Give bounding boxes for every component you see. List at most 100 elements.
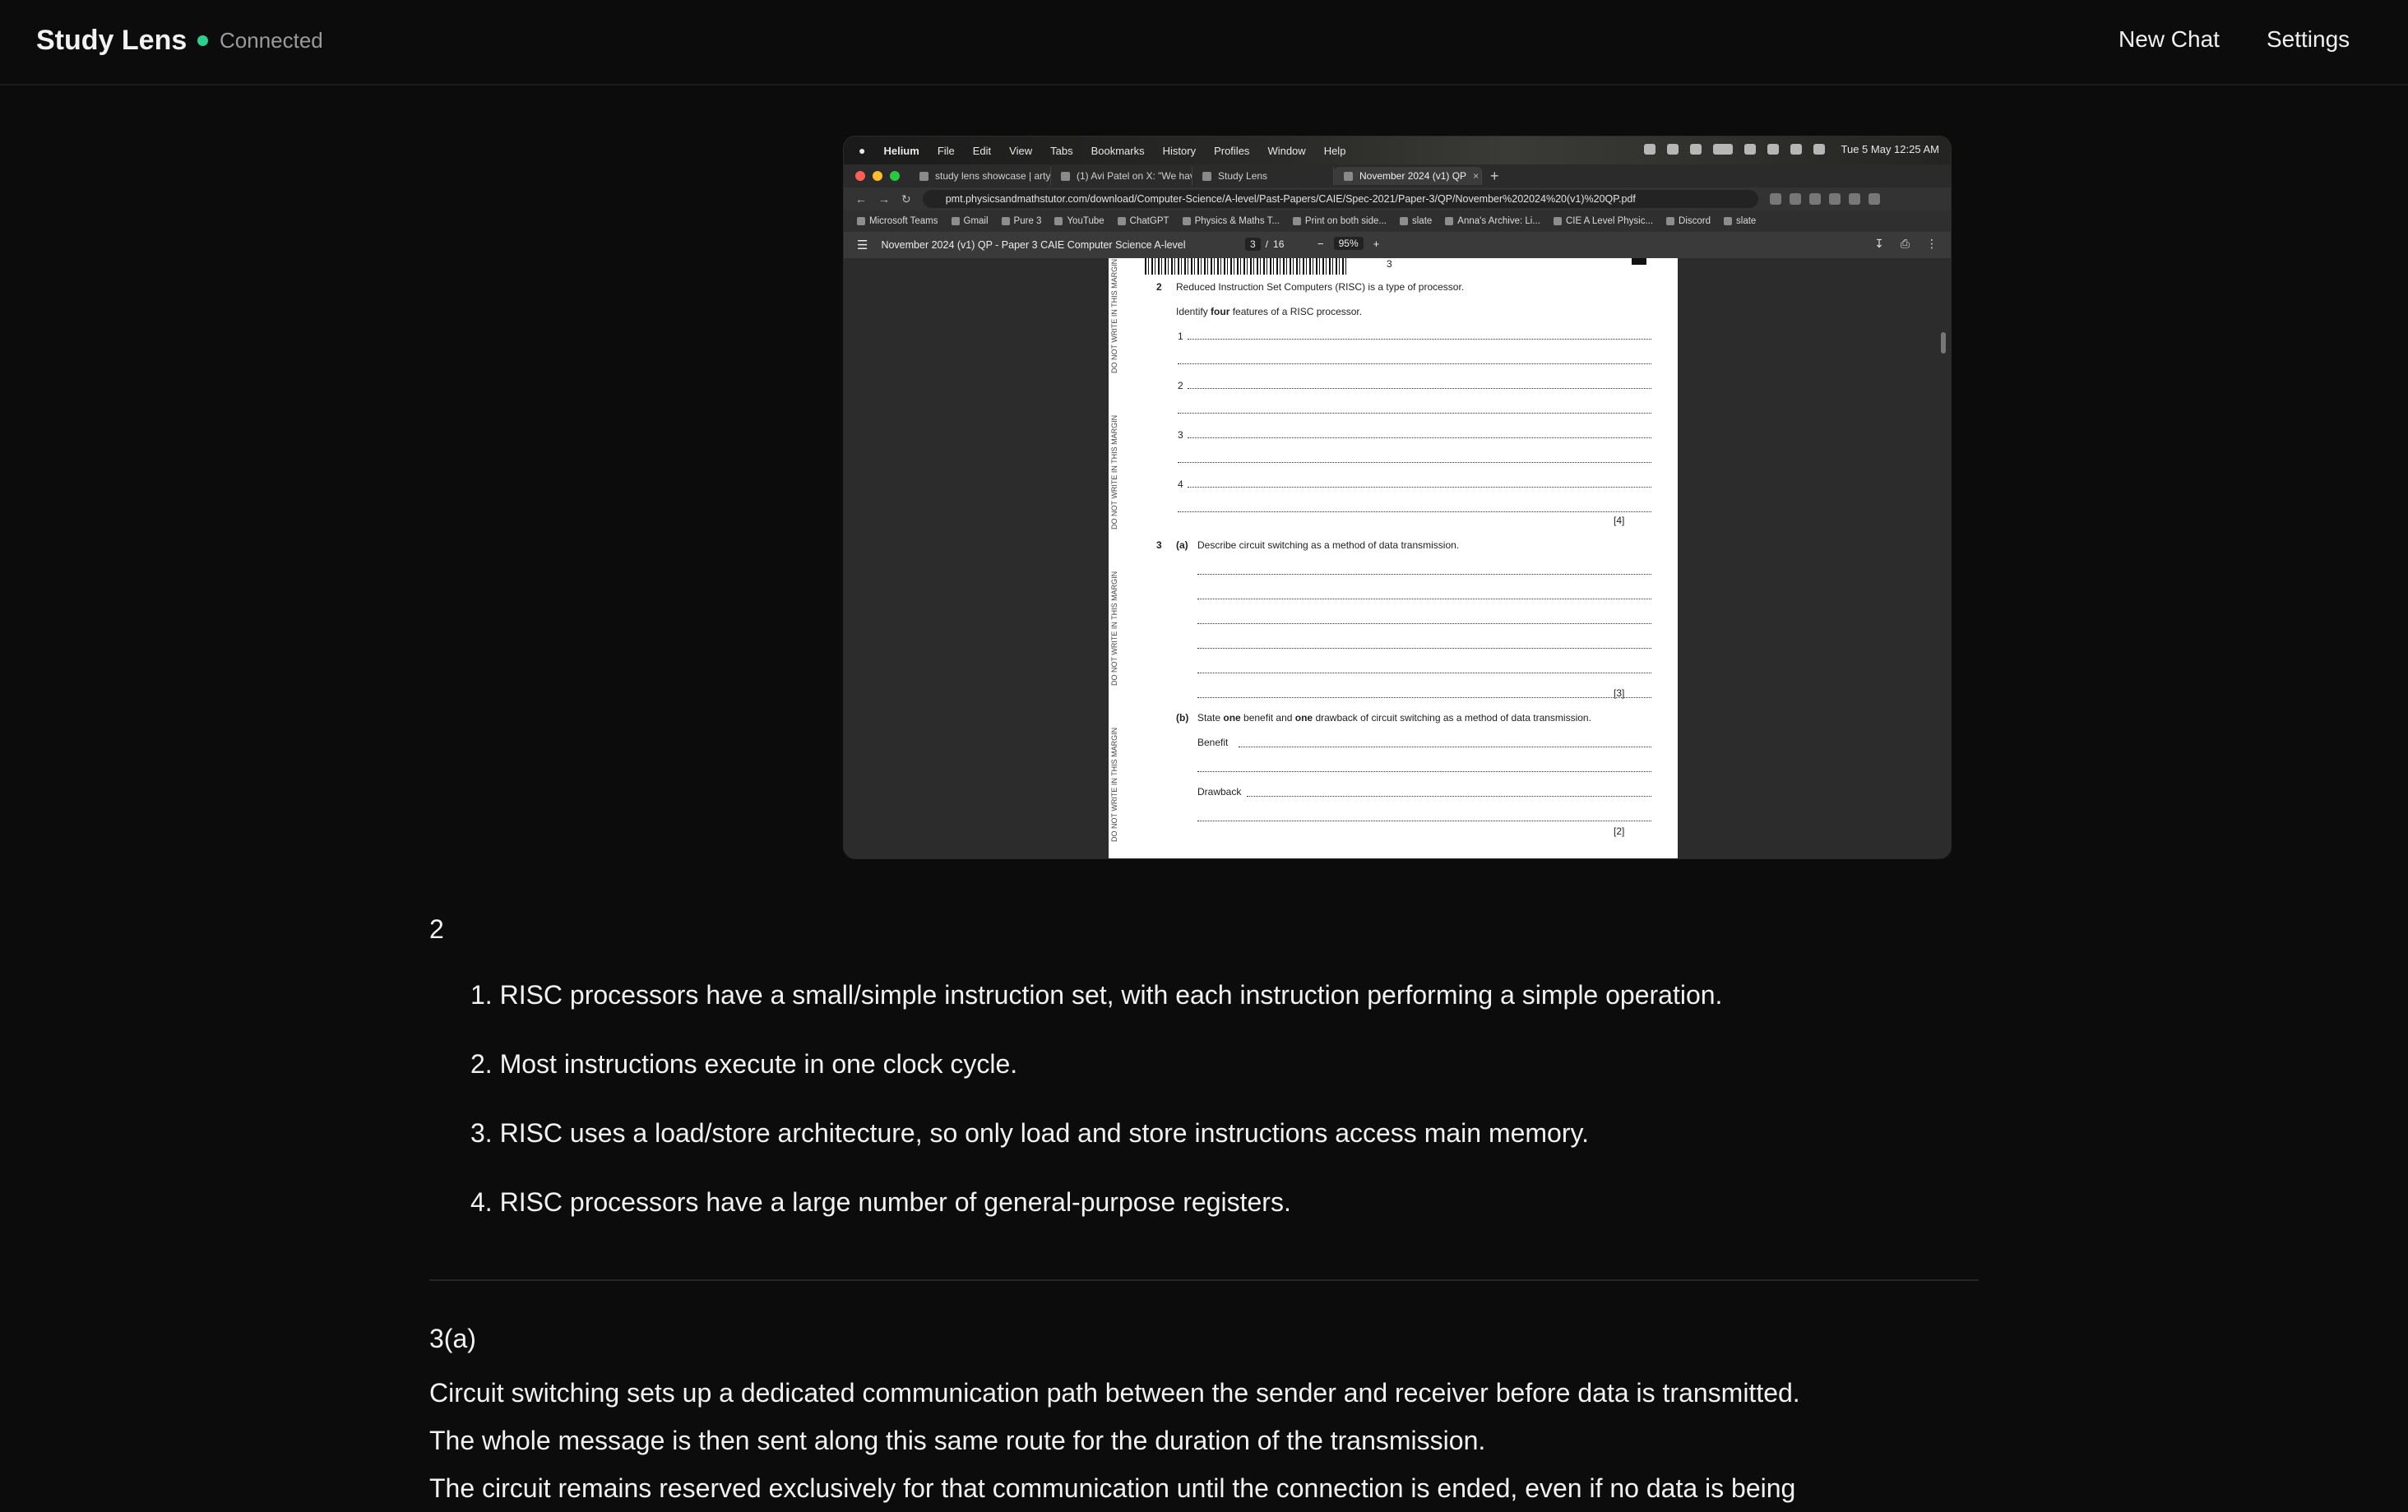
extension-icon [1789,193,1801,205]
menu-profiles: Profiles [1214,144,1250,157]
menu-window: Window [1267,144,1306,157]
answer-line [1178,511,1651,512]
menu-history: History [1162,144,1197,157]
tray-icon [1666,144,1679,155]
reload-icon: ↻ [901,192,911,206]
tray-icon [1767,144,1779,155]
pdf-page-current: 3 [1245,238,1261,251]
list-item: 1. RISC processors have a small/simple i… [470,980,1723,1010]
answer-line [1178,413,1651,414]
drawback-label: Drawback [1197,786,1242,798]
bookmark-icon [857,217,865,225]
answer-line [1197,574,1651,575]
question-number: 3 [1156,539,1162,551]
status-dot-icon [197,35,208,46]
more-icon: ⋮ [1926,237,1938,250]
pdf-actions: ↧ ⎙ ⋮ [1874,237,1938,251]
answer-line [1178,363,1651,364]
download-icon [1848,193,1860,205]
forward-icon: → [878,192,890,206]
menu-bookmarks: Bookmarks [1091,144,1145,157]
list-item: 4. RISC processors have a large number o… [470,1187,1291,1217]
answer-paragraph: Circuit switching sets up a dedicated co… [429,1369,1800,1512]
answer-line [1188,487,1651,488]
bookmark-icon [951,217,960,225]
margin-warning: DO NOT WRITE IN THIS MARGIN [1110,571,1118,686]
browser-tab-bar: study lens showcase | artyo (1) Avi Pate… [844,164,1951,187]
download-icon: ↧ [1874,237,1884,250]
answer-heading-q2: 2 [429,914,444,944]
bookmark-icon [1666,217,1675,225]
q-text: State [1197,712,1224,724]
answer-line [1197,623,1651,624]
margin-warning: DO NOT WRITE IN THIS MARGIN [1110,727,1118,842]
q-bold: one [1223,712,1241,724]
mark-allocation: [2] [1614,825,1625,837]
pdf-zoom-controls: − 95% + [1317,237,1379,250]
back-icon: ← [855,192,867,206]
menu-tabs: Tabs [1050,144,1073,157]
pdf-title: November 2024 (v1) QP - Paper 3 CAIE Com… [881,239,1186,251]
question-part: (b) [1176,712,1189,724]
favicon-icon [1202,171,1211,181]
q-bold: one [1294,712,1313,724]
bookmark-icon [1117,217,1126,225]
close-tab-icon: × [1473,170,1480,182]
bookmark-icon [1182,217,1191,225]
answer-line [1188,437,1651,438]
url-field: pmt.physicsandmathstutor.com/download/Co… [922,190,1758,208]
mark-allocation: [3] [1614,687,1625,699]
q-text: benefit and [1240,712,1295,724]
app-brand: Study Lens [36,25,188,56]
control-center-icon [1813,144,1825,155]
answer-line [1197,648,1651,649]
answer-line [1188,388,1651,389]
bookmark: Physics & Maths T... [1182,216,1280,226]
tray-icon [1643,144,1656,155]
bookmark-label: slate [1412,216,1433,226]
browser-tab: Study Lens [1192,167,1334,185]
minimize-window-icon [873,171,882,181]
extension-icons [1769,193,1880,205]
bookmark-label: Gmail [963,216,989,226]
tab-label: study lens showcase | artyo [935,170,1051,182]
tab-label: November 2024 (v1) QP [1359,170,1467,182]
menu-clock: Tue 5 May 12:25 AM [1841,143,1939,155]
mark-allocation: [4] [1614,515,1625,526]
new-chat-button[interactable]: New Chat [2119,26,2220,53]
q-text: drawback of circuit switching as a metho… [1313,712,1591,724]
connection-status: Connected [197,28,323,53]
favicon-icon [1344,171,1353,181]
browser-address-bar: ← → ↻ pmt.physicsandmathstutor.com/downl… [844,187,1951,210]
zoom-in-icon: + [1373,237,1380,250]
close-window-icon [855,171,865,181]
pdf-page-number: 3 [1387,258,1392,270]
bookmark-icon [1400,217,1408,225]
margin-warning: DO NOT WRITE IN THIS MARGIN [1110,258,1118,373]
bookmark-label: Microsoft Teams [869,216,938,226]
extension-icon [1828,193,1841,205]
mac-menu-bar: ● Helium File Edit View Tabs Bookmarks H… [844,136,1951,164]
extension-icon [1769,193,1781,205]
pdf-page: 3 DO NOT WRITE IN THIS MARGIN DO NOT WRI… [1109,258,1678,858]
tab-label: Study Lens [1218,170,1268,182]
bookmark-label: YouTube [1067,216,1104,226]
question-text: Describe circuit switching as a method o… [1197,539,1460,551]
pdf-page-total: 16 [1273,238,1285,250]
answer-section-q3a: 3(a) Circuit switching sets up a dedicat… [429,1324,1800,1512]
wifi-icon [1743,144,1756,155]
pdf-viewer: 3 DO NOT WRITE IN THIS MARGIN DO NOT WRI… [844,258,1951,858]
bookmark-icon [1001,217,1010,225]
bookmark: Microsoft Teams [857,216,938,226]
answer-heading-q3a: 3(a) [429,1324,476,1353]
question-instruction: Identify four features of a RISC process… [1176,306,1362,317]
settings-button[interactable]: Settings [2267,26,2350,53]
profile-icon [1868,193,1880,205]
pdf-scrollbar [1941,332,1946,354]
browser-tab-active: November 2024 (v1) QP × [1334,167,1482,185]
bookmark-label: Physics & Maths T... [1194,216,1280,226]
pdf-page-indicator: 3 / 16 [1245,238,1284,251]
bookmark-icon [1553,217,1562,225]
bookmark: Anna's Archive: Li... [1445,216,1540,226]
tray-icon [1689,144,1702,155]
